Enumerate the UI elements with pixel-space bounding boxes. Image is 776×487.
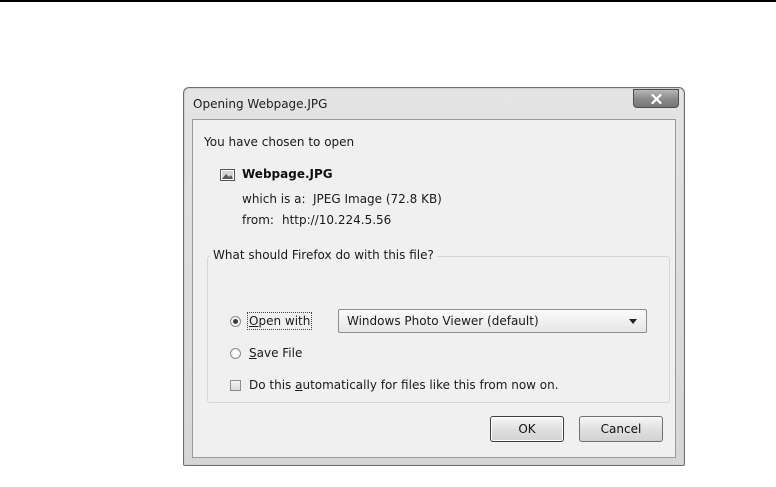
open-file-dialog: Opening Webpage.JPG You have chosen to o… [183,87,685,466]
open-with-label[interactable]: Open with [246,312,313,330]
save-file-radio[interactable] [230,348,241,359]
save-file-label-rest: ave File [256,346,303,360]
close-icon [650,93,662,104]
file-type-value: JPEG Image (72.8 KB) [313,192,442,206]
save-file-label[interactable]: Save File [249,346,302,360]
save-file-mnemonic: S [249,346,257,360]
action-question: What should Firefox do with this file? [210,248,437,262]
intro-text: You have chosen to open [204,135,355,149]
file-type-label: which is a: [242,192,306,206]
file-source-label: from: [242,213,274,227]
dialog-body: You have chosen to open Webpage.JPG whic… [192,119,676,458]
screen: Opening Webpage.JPG You have chosen to o… [0,0,776,487]
open-with-label-rest: pen with [258,314,311,328]
auto-label-before: Do this [249,378,296,392]
auto-label[interactable]: Do this automatically for files like thi… [249,378,559,392]
chevron-down-icon [629,319,637,324]
dialog-titlebar[interactable]: Opening Webpage.JPG [184,88,684,118]
file-name: Webpage.JPG [242,167,333,181]
close-button[interactable] [633,89,679,108]
file-source-value: http://10.224.5.56 [282,213,392,227]
image-file-icon [220,169,235,181]
cancel-button[interactable]: Cancel [579,416,663,442]
ok-button[interactable]: OK [490,416,564,442]
auto-label-after: utomatically for files like this from no… [302,378,559,392]
dialog-title: Opening Webpage.JPG [193,97,328,111]
application-select-value: Windows Photo Viewer (default) [347,314,539,328]
top-border-line [0,0,776,2]
open-with-radio[interactable] [230,316,241,327]
auto-checkbox[interactable] [230,380,241,391]
application-select[interactable]: Windows Photo Viewer (default) [338,309,647,333]
